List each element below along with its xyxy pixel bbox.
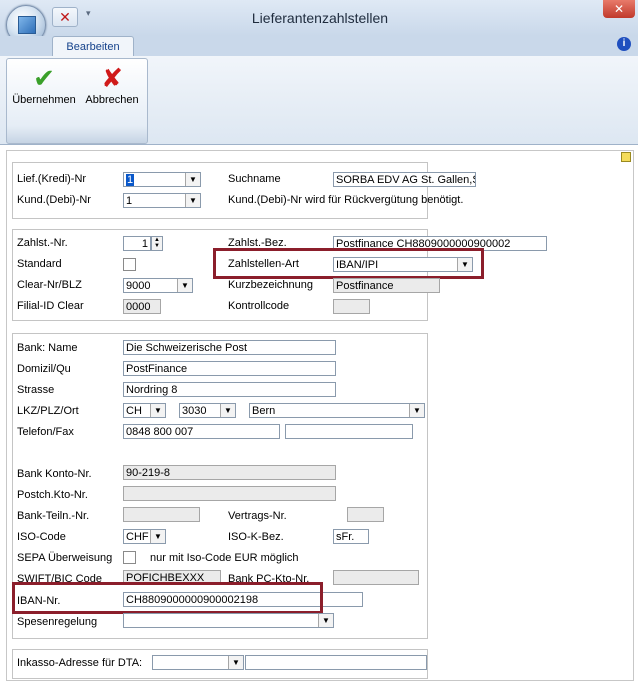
clear-nr-combo[interactable]: 9000 ▼	[123, 278, 193, 293]
lkz-label: LKZ/PLZ/Ort	[17, 405, 79, 417]
suchname-field[interactable]: SORBA EDV AG St. Gallen,Scl	[333, 172, 476, 187]
kurz-label: Kurzbezeichnung	[228, 279, 314, 291]
kund-label: Kund.(Debi)-Nr	[17, 194, 91, 206]
cross-icon: ✘	[101, 63, 123, 93]
chevron-down-icon[interactable]: ▼	[150, 530, 165, 543]
fax-field[interactable]	[285, 424, 413, 439]
tab-bearbeiten[interactable]: Bearbeiten	[52, 36, 134, 57]
kund-nr-combo[interactable]: 1 ▼	[123, 193, 201, 208]
chevron-down-icon[interactable]: ▼	[318, 614, 333, 627]
chevron-down-icon[interactable]: ▼	[228, 656, 243, 669]
uebernehmen-label: Übernehmen	[12, 94, 76, 106]
sepa-hint: nur mit Iso-Code EUR möglich	[150, 552, 299, 564]
quick-access-dropdown-icon[interactable]: ▾	[86, 8, 91, 19]
app-cube-icon	[18, 16, 36, 34]
bank-name-label: Bank: Name	[17, 342, 78, 354]
iso-value: CHF	[126, 531, 149, 543]
filial-field: 0000	[123, 299, 161, 314]
checkmark-icon: ✔	[33, 63, 55, 93]
highlight-iban	[12, 582, 323, 614]
spesen-label: Spesenregelung	[17, 616, 98, 628]
inkasso-extra-field[interactable]	[245, 655, 427, 670]
chevron-down-icon[interactable]: ▼	[409, 404, 424, 417]
kontroll-field	[333, 299, 370, 314]
kurz-field: Postfinance	[333, 278, 440, 293]
isok-label: ISO-K-Bez.	[228, 531, 284, 543]
postch-label: Postch.Kto-Nr.	[17, 489, 88, 501]
iso-label: ISO-Code	[17, 531, 66, 543]
bank-name-field[interactable]: Die Schweizerische Post	[123, 340, 336, 355]
chevron-down-icon[interactable]: ▼	[150, 404, 165, 417]
ort-value: Bern	[252, 405, 276, 417]
zahlst-nr-spinner[interactable]: ▲ ▼	[151, 236, 163, 251]
abbrechen-button[interactable]: ✘ Abbrechen	[78, 62, 146, 118]
lief-nr-combo[interactable]: 1 ▼	[123, 172, 201, 187]
vertrags-field	[347, 507, 384, 522]
lkz-combo[interactable]: CH ▼	[123, 403, 166, 418]
uebernehmen-button[interactable]: ✔ Übernehmen	[10, 62, 78, 118]
isok-field[interactable]: sFr.	[333, 529, 369, 544]
panel-pin-icon[interactable]	[621, 152, 631, 162]
standard-label: Standard	[17, 258, 62, 270]
filial-label: Filial-ID Clear	[17, 300, 84, 312]
zahlst-nr-label: Zahlst.-Nr.	[17, 237, 68, 249]
kund-hint: Kund.(Debi)-Nr wird für Rückvergütung be…	[228, 194, 464, 206]
inkasso-combo[interactable]: ▼	[152, 655, 244, 670]
suchname-label: Suchname	[228, 173, 281, 185]
ort-combo[interactable]: Bern ▼	[249, 403, 425, 418]
vertrags-label: Vertrags-Nr.	[228, 510, 287, 522]
window-title: Lieferantenzahlstellen	[251, 10, 389, 26]
telefon-field[interactable]: 0848 800 007	[123, 424, 280, 439]
domizil-label: Domizil/Qu	[17, 363, 71, 375]
chevron-down-icon[interactable]: ▼	[185, 173, 200, 186]
postch-field	[123, 486, 336, 501]
clear-nr-value: 9000	[126, 280, 151, 292]
spesen-combo[interactable]: ▼	[123, 613, 334, 628]
clear-label: Clear-Nr/BLZ	[17, 279, 82, 291]
strasse-field[interactable]: Nordring 8	[123, 382, 336, 397]
iso-combo[interactable]: CHF ▼	[123, 529, 166, 544]
konto-label: Bank Konto-Nr.	[17, 468, 92, 480]
lief-label: Lief.(Kredi)-Nr	[17, 173, 87, 185]
chevron-down-icon[interactable]: ▼	[185, 194, 200, 207]
chevron-down-icon[interactable]: ▼	[177, 279, 192, 292]
standard-checkbox[interactable]	[123, 258, 136, 271]
inkasso-label: Inkasso-Adresse für DTA:	[17, 657, 143, 669]
konto-field: 90-219-8	[123, 465, 336, 480]
pc-field	[333, 570, 419, 585]
lkz-value: CH	[126, 405, 142, 417]
lief-nr-value: 1	[126, 174, 135, 186]
abbrechen-label: Abbrechen	[85, 94, 139, 106]
domizil-field[interactable]: PostFinance	[123, 361, 336, 376]
highlight-zahlstellen-art	[213, 248, 484, 279]
kund-nr-value: 1	[126, 195, 133, 207]
supplier-group	[12, 162, 428, 219]
telefon-label: Telefon/Fax	[17, 426, 74, 438]
close-window-button[interactable]: ✕	[603, 0, 635, 18]
chevron-down-icon[interactable]: ▼	[220, 404, 235, 417]
quick-access-cancel-button[interactable]: ✕	[52, 7, 78, 27]
teiln-label: Bank-Teiln.-Nr.	[17, 510, 90, 522]
zahlst-nr-field[interactable]: 1	[123, 236, 151, 251]
teiln-field	[123, 507, 200, 522]
info-icon[interactable]: i	[617, 37, 631, 51]
plz-combo[interactable]: 3030 ▼	[179, 403, 236, 418]
sepa-checkbox[interactable]	[123, 551, 136, 564]
strasse-label: Strasse	[17, 384, 55, 396]
sepa-label: SEPA Überweisung	[17, 552, 113, 564]
plz-value: 3030	[182, 405, 207, 417]
kontroll-label: Kontrollcode	[228, 300, 290, 312]
